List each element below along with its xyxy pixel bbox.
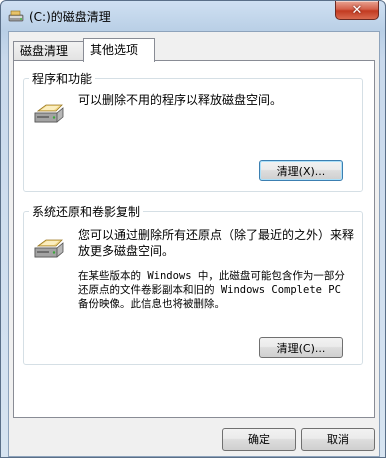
disk-drive-icon [34,239,64,258]
close-icon: ✕ [351,2,363,18]
system-restore-group: 系统还原和卷影复制 您可以通过删除所有还原点（除了最近的之外）来释放更多磁盘空间… [23,203,363,365]
window-title: (C:)的磁盘清理 [29,10,111,24]
programs-features-description: 可以删除不用的程序以释放磁盘空间。 [78,93,283,107]
tab-disk-cleanup[interactable]: 磁盘清理 [13,41,85,61]
cleanup-programs-button[interactable]: 清理(X)... [259,160,343,181]
dialog-client-area: 磁盘清理 其他选项 程序和功能 可以删除不用的程序以释放磁盘空间。 清理(X).… [8,31,380,457]
disk-cleanup-app-icon [8,10,24,22]
system-restore-description: 您可以通过删除所有还原点（除了最近的之外）来释放更多磁盘空间。 [78,228,355,258]
more-options-panel: 程序和功能 可以删除不用的程序以释放磁盘空间。 清理(X)... 系统还原和卷影… [13,60,375,418]
ok-button[interactable]: 确定 [222,428,296,451]
tab-more-options[interactable]: 其他选项 [83,38,155,62]
cleanup-restore-points-button[interactable]: 清理(C)... [259,337,343,358]
title-bar[interactable]: (C:)的磁盘清理 ✕ [1,1,385,31]
disk-drive-icon [34,104,64,123]
cancel-button[interactable]: 取消 [301,428,375,451]
shadow-copies-description: 在某些版本的 Windows 中，此磁盘可能包含作为一部分还原点的文件卷影副本和… [78,270,345,310]
disk-cleanup-window: (C:)的磁盘清理 ✕ 磁盘清理 其他选项 程序和功能 可以删除不用的程序以释放… [0,0,386,458]
programs-features-group: 程序和功能 可以删除不用的程序以释放磁盘空间。 清理(X)... [23,70,363,192]
programs-features-title: 程序和功能 [29,70,96,87]
system-restore-title: 系统还原和卷影复制 [29,203,144,220]
close-button[interactable]: ✕ [335,1,379,20]
